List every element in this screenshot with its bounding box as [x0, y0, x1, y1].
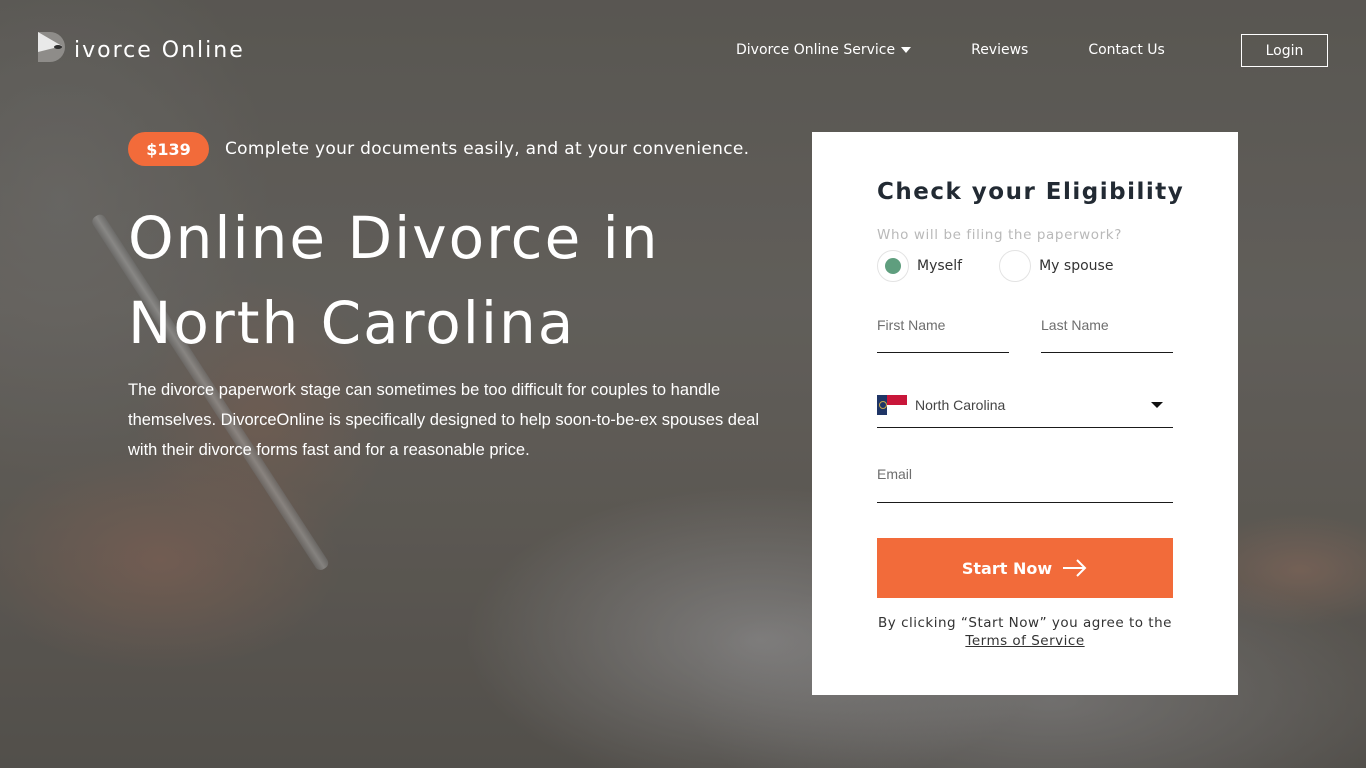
consent-text: By clicking “Start Now” you agree to the	[878, 615, 1172, 631]
login-button[interactable]: Login	[1241, 34, 1328, 67]
radio-myself-label: Myself	[917, 258, 963, 274]
email-field	[877, 464, 1173, 503]
d-letter-logo-icon	[38, 32, 68, 62]
hero-tagline: Complete your documents easily, and at y…	[225, 139, 750, 159]
eligibility-form: Check your Eligibility Who will be filin…	[812, 132, 1238, 695]
nav-contact-us[interactable]: Contact Us	[1088, 42, 1164, 58]
caret-down-icon	[1151, 402, 1163, 408]
first-name-input[interactable]	[877, 317, 1009, 333]
last-name-field	[1041, 315, 1173, 353]
radio-option-myself[interactable]: Myself	[877, 250, 962, 282]
filer-radio-group: Myself My spouse	[877, 250, 1113, 282]
email-input[interactable]	[877, 466, 1173, 482]
hero-description: The divorce paperwork stage can sometime…	[128, 381, 759, 459]
consent-notice: By clicking “Start Now” you agree to the…	[862, 614, 1188, 650]
form-title: Check your Eligibility	[877, 179, 1185, 205]
logo-text: ivorce Online	[74, 38, 245, 63]
last-name-input[interactable]	[1041, 317, 1173, 333]
filer-question: Who will be filing the paperwork?	[877, 227, 1122, 243]
hero-title-line-1: Online Divorce in	[128, 204, 660, 272]
start-now-button[interactable]: Start Now	[877, 538, 1173, 598]
terms-of-service-link[interactable]: Terms of Service	[965, 633, 1084, 649]
radio-myself[interactable]	[877, 250, 909, 282]
radio-my-spouse[interactable]	[999, 250, 1032, 282]
nav-divorce-online-service-label: Divorce Online Service	[736, 42, 896, 58]
state-selected-value: North Carolina	[915, 396, 1006, 413]
hero-title-line-2: North Carolina	[128, 289, 576, 357]
radio-selected-dot	[885, 258, 901, 274]
state-select[interactable]: North Carolina	[877, 382, 1173, 428]
site-header: ivorce Online Divorce Online Service Rev…	[0, 0, 1366, 100]
nav-reviews[interactable]: Reviews	[971, 42, 1028, 58]
north-carolina-flag-icon	[877, 394, 907, 415]
price-badge: $139	[128, 132, 209, 166]
hero-title: Online Divorce in North Carolina	[128, 196, 768, 366]
main-nav: Divorce Online Service Reviews Contact U…	[736, 34, 1165, 66]
radio-my-spouse-label: My spouse	[1039, 258, 1114, 274]
start-now-label: Start Now	[961, 558, 1053, 578]
first-name-field	[877, 315, 1009, 353]
logo-link[interactable]: ivorce Online	[38, 32, 245, 62]
caret-down-icon	[901, 47, 912, 53]
arrow-right-icon	[1062, 558, 1088, 578]
nav-divorce-online-service[interactable]: Divorce Online Service	[736, 42, 912, 58]
price-row: $139 Complete your documents easily, and…	[128, 132, 749, 166]
radio-option-my-spouse[interactable]: My spouse	[999, 250, 1113, 282]
